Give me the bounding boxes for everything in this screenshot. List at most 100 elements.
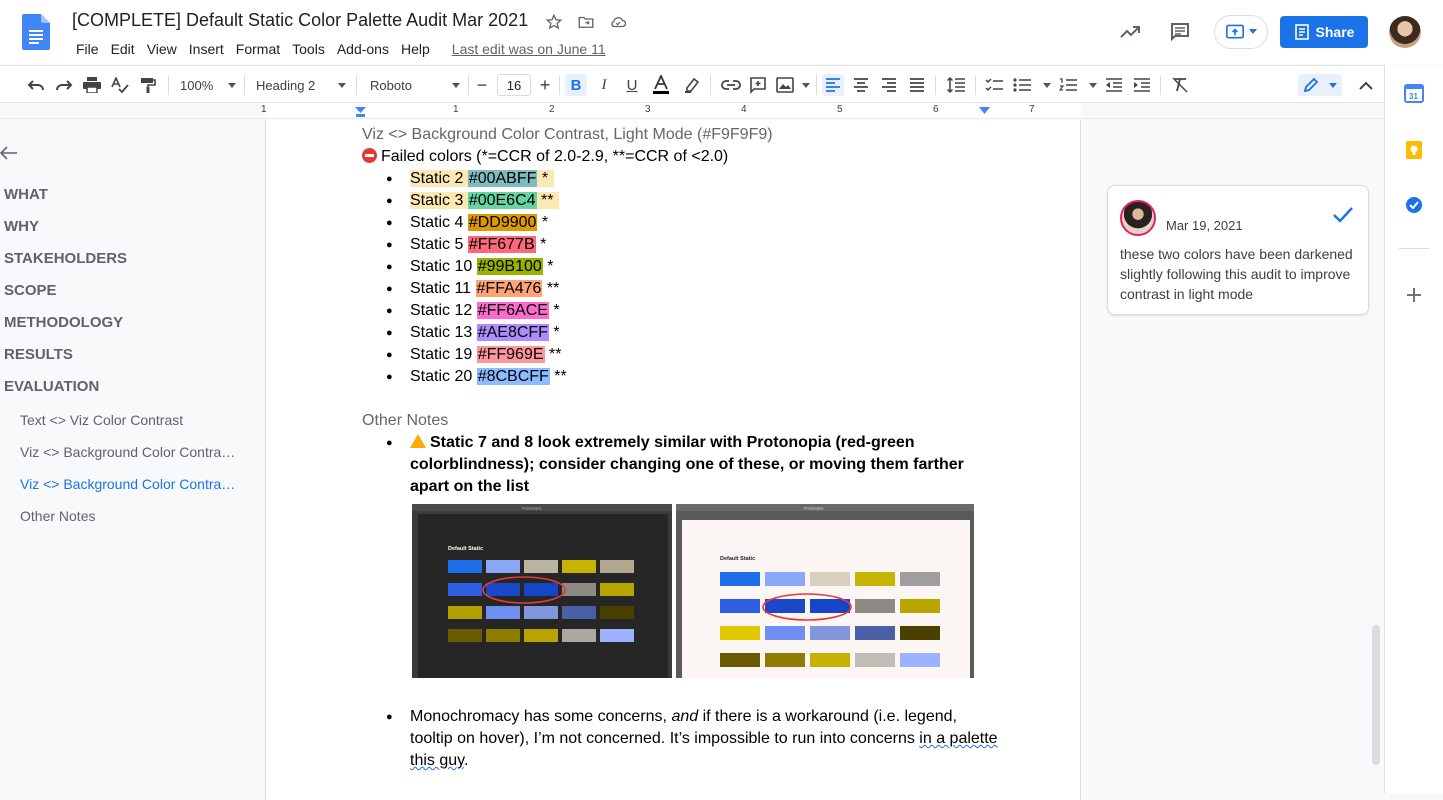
swatch: [600, 629, 634, 642]
collapse-menus-icon[interactable]: [1356, 74, 1376, 96]
menu-insert[interactable]: Insert: [183, 40, 230, 58]
outline-heading[interactable]: METHODOLOGY: [4, 314, 123, 331]
document-title[interactable]: [COMPLETE] Default Static Color Palette …: [72, 10, 528, 31]
increase-font-size-button[interactable]: +: [537, 74, 553, 96]
zoom-value: 100%: [180, 77, 214, 93]
outline-heading[interactable]: WHY: [4, 218, 39, 235]
justify-icon[interactable]: [907, 74, 927, 96]
add-addon-icon[interactable]: [1404, 285, 1424, 305]
outline-heading[interactable]: RESULTS: [4, 346, 73, 363]
comment-history-icon[interactable]: [1166, 18, 1194, 46]
font-family-select[interactable]: Roboto: [370, 74, 460, 96]
resolve-check-icon[interactable]: [1332, 206, 1354, 224]
font-family-value: Roboto: [370, 77, 412, 93]
left-indent-marker-icon[interactable]: [355, 107, 366, 117]
move-folder-icon[interactable]: [576, 12, 596, 32]
protanopia-dark-screenshot[interactable]: Protanopia Default Static: [412, 504, 672, 678]
editing-mode-button[interactable]: [1298, 74, 1342, 96]
color-name: Static 19: [410, 346, 477, 363]
color-name: Static 2: [410, 170, 468, 187]
outline-heading[interactable]: SCOPE: [4, 282, 57, 299]
comment-card[interactable]: Mar 19, 2021 these two colors have been …: [1107, 185, 1369, 315]
activity-dashboard-icon[interactable]: [1116, 18, 1144, 46]
outline-subheading[interactable]: Text <> Viz Color Contrast: [20, 412, 183, 428]
account-avatar[interactable]: [1389, 16, 1421, 48]
menu-format[interactable]: Format: [230, 40, 286, 58]
italic-button[interactable]: I: [594, 74, 614, 96]
print-icon[interactable]: [82, 74, 102, 96]
spellcheck-icon[interactable]: [110, 74, 130, 96]
calendar-icon[interactable]: 31: [1404, 83, 1424, 103]
tasks-icon[interactable]: [1404, 195, 1424, 215]
text-color-button[interactable]: [650, 74, 672, 96]
color-hex: #AE8CFF: [476, 324, 549, 341]
paragraph-style-select[interactable]: Heading 2: [256, 74, 346, 96]
outline-heading[interactable]: WHAT: [4, 186, 48, 203]
add-comment-icon[interactable]: [748, 74, 768, 96]
outline-heading[interactable]: EVALUATION: [4, 378, 99, 395]
swatch: [562, 629, 596, 642]
align-left-icon[interactable]: [822, 74, 844, 96]
dark-screenshot-header: Protanopia: [522, 506, 542, 511]
chevron-down-icon: [1249, 29, 1257, 34]
color-list-item: Static 12 #FF6ACE *: [362, 300, 1002, 322]
outline-subheading-active[interactable]: Viz <> Background Color Contra…: [20, 476, 235, 492]
menu-edit[interactable]: Edit: [105, 40, 141, 58]
present-button[interactable]: [1214, 15, 1268, 49]
right-indent-marker-icon[interactable]: [979, 107, 990, 114]
color-hex: #FFA476: [475, 280, 543, 297]
align-right-icon[interactable]: [879, 74, 899, 96]
ccr-mark: *: [548, 324, 560, 341]
color-list-item: Static 4 #DD9900 *: [362, 212, 1002, 234]
swatch: [524, 629, 558, 642]
page-scrollbar[interactable]: [1372, 625, 1380, 765]
bold-button[interactable]: B: [565, 74, 587, 96]
share-label: Share: [1315, 24, 1355, 40]
clear-formatting-icon[interactable]: [1170, 74, 1190, 96]
menu-addons[interactable]: Add-ons: [331, 40, 395, 58]
last-edit-link[interactable]: Last edit was on June 11: [446, 40, 612, 58]
share-button[interactable]: Share: [1280, 16, 1368, 48]
keep-icon[interactable]: [1404, 140, 1424, 160]
insert-link-icon[interactable]: [720, 74, 742, 96]
swatch: [900, 599, 940, 613]
align-center-icon[interactable]: [851, 74, 871, 96]
outline-heading[interactable]: STAKEHOLDERS: [4, 250, 127, 267]
highlight-color-icon[interactable]: [682, 74, 702, 96]
swatch: [900, 653, 940, 667]
decrease-font-size-button[interactable]: −: [474, 74, 490, 96]
checklist-icon[interactable]: [983, 74, 1005, 96]
color-hex: #00ABFF: [467, 170, 538, 187]
star-icon[interactable]: [544, 12, 564, 32]
document-body[interactable]: Viz <> Background Color Contrast, Light …: [362, 124, 1002, 772]
decrease-indent-icon[interactable]: [1104, 74, 1124, 96]
menu-help[interactable]: Help: [395, 40, 436, 58]
bulleted-list-button[interactable]: [1013, 74, 1051, 96]
docs-logo-icon[interactable]: [22, 14, 50, 50]
menu-tools[interactable]: Tools: [286, 40, 331, 58]
outline-subheading[interactable]: Viz <> Background Color Contra…: [20, 444, 235, 460]
insert-image-button[interactable]: [776, 74, 810, 96]
menu-view[interactable]: View: [141, 40, 183, 58]
undo-icon[interactable]: [26, 74, 46, 96]
numbered-list-icon: [1059, 78, 1077, 91]
ccr-mark: **: [544, 346, 562, 363]
line-spacing-icon[interactable]: [945, 74, 967, 96]
chevron-down-icon: [338, 82, 346, 88]
underline-button[interactable]: U: [622, 74, 642, 96]
document-page[interactable]: Viz <> Background Color Contrast, Light …: [265, 120, 1081, 800]
zoom-select[interactable]: 100%: [180, 74, 236, 96]
cloud-status-icon[interactable]: [608, 12, 628, 32]
paint-format-icon[interactable]: [138, 74, 158, 96]
close-outline-arrow-icon[interactable]: [0, 146, 18, 160]
ruler[interactable]: 1 1 2 3 4 5 6 7: [0, 103, 1384, 119]
redo-icon[interactable]: [54, 74, 74, 96]
font-size-input[interactable]: 16: [497, 74, 531, 96]
outline-subheading[interactable]: Other Notes: [20, 508, 95, 524]
numbered-list-button[interactable]: [1059, 74, 1097, 96]
ruler-number: 2: [549, 104, 555, 115]
menu-file[interactable]: File: [70, 40, 105, 58]
ccr-mark: *: [537, 170, 555, 187]
protanopia-light-screenshot[interactable]: Protanopia Default Static: [676, 504, 974, 678]
increase-indent-icon[interactable]: [1132, 74, 1152, 96]
